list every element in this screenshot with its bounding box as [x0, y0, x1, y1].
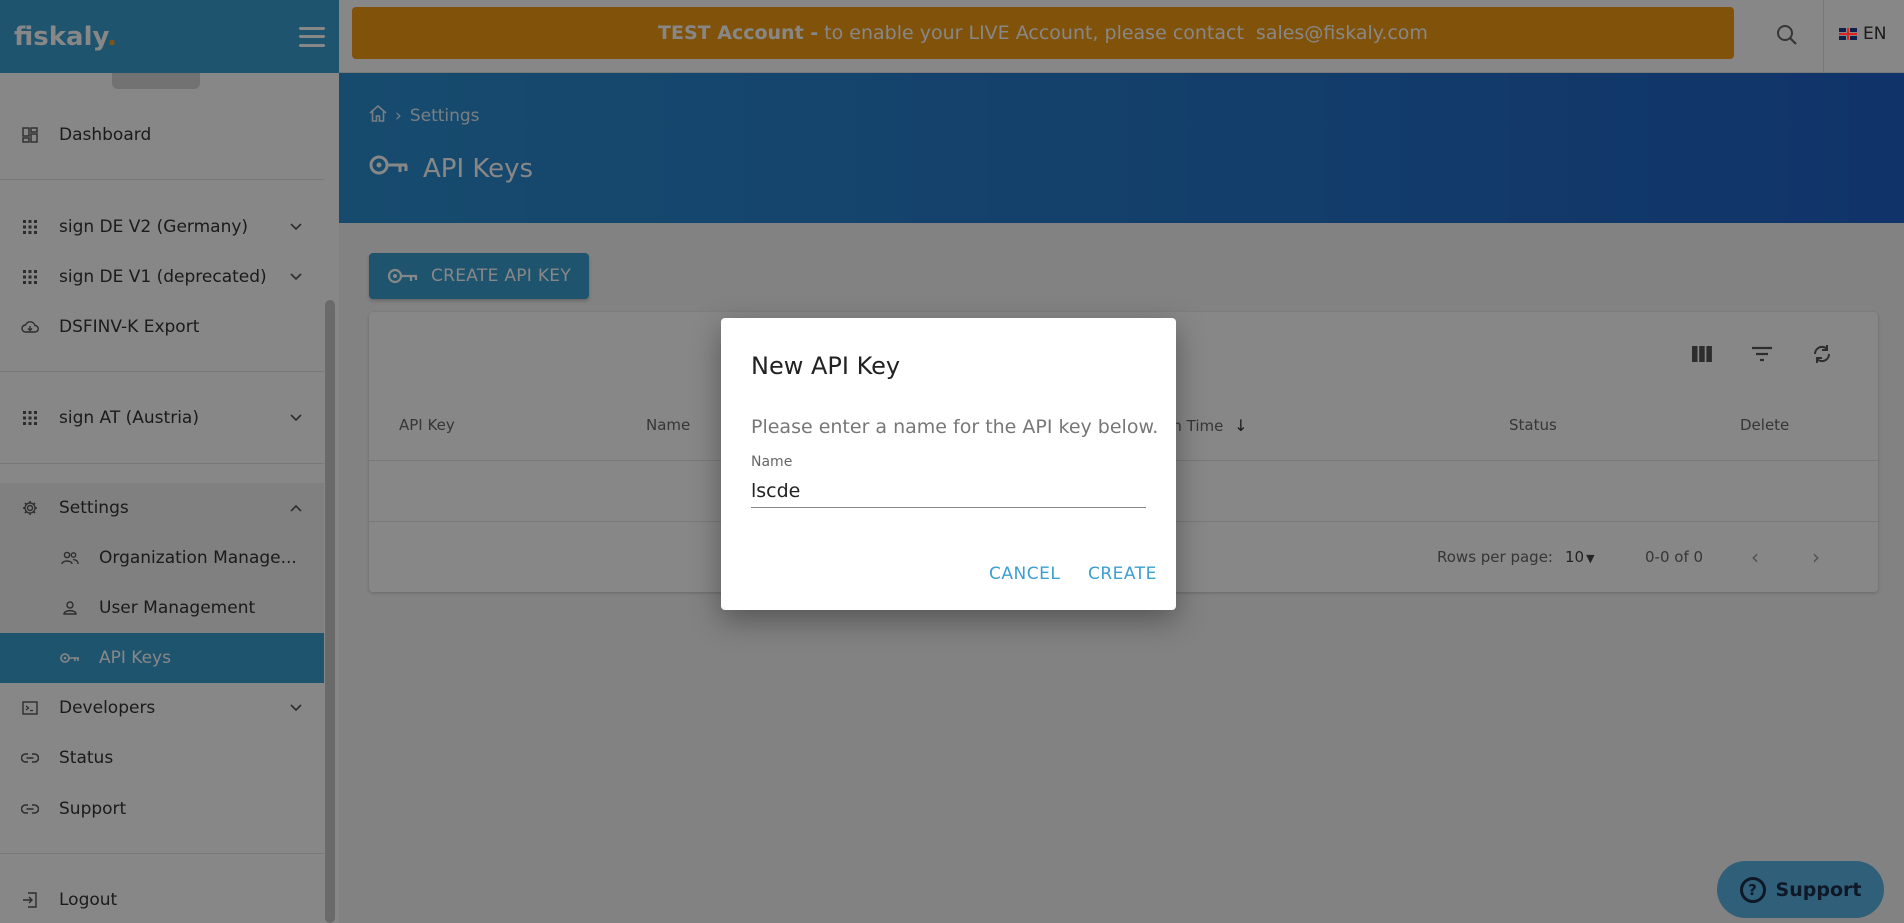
name-field-label: Name: [751, 454, 793, 470]
cancel-button[interactable]: CANCEL: [989, 564, 1060, 584]
dialog-title: New API Key: [751, 352, 901, 380]
create-button[interactable]: CREATE: [1088, 564, 1157, 584]
dialog-description: Please enter a name for the API key belo…: [751, 416, 1159, 438]
name-input[interactable]: [751, 474, 1146, 508]
new-api-key-dialog: New API Key Please enter a name for the …: [721, 318, 1176, 610]
